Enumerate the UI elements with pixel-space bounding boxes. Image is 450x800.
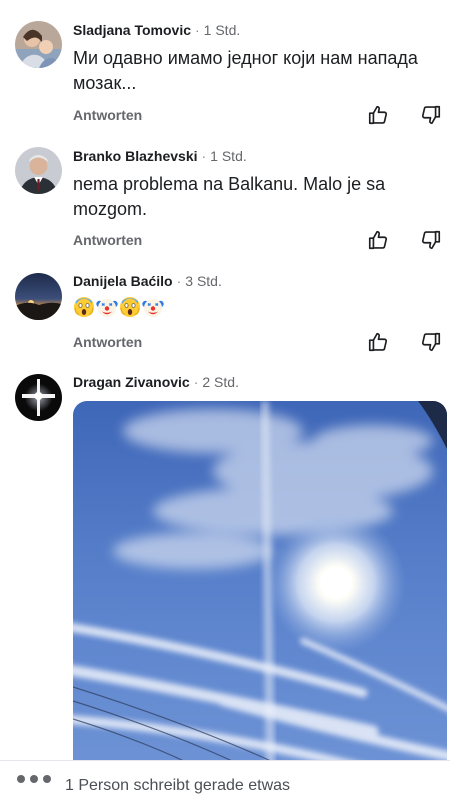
- comment-photo[interactable]: [73, 401, 447, 781]
- comment-header: Danijela Baćilo · 3 Std.: [73, 273, 222, 290]
- thumbs-up-icon[interactable]: [367, 229, 389, 251]
- face-screaming-emoji: [73, 296, 95, 318]
- face-screaming-emoji: [119, 296, 141, 318]
- comment-header: Sladjana Tomovic · 1 Std.: [73, 22, 240, 39]
- author-name[interactable]: Sladjana Tomovic: [73, 22, 191, 38]
- reply-button[interactable]: Antworten: [73, 334, 142, 350]
- typing-indicator: 1 Person schreibt gerade etwas: [0, 760, 450, 800]
- comment-text: nema problema na Balkanu. Malo je sa moz…: [73, 174, 386, 219]
- author-name[interactable]: Dragan Zivanovic: [73, 374, 190, 390]
- comment-text: Ми одавно имамо једног који нам напада м…: [73, 48, 418, 93]
- thumbs-down-icon[interactable]: [420, 104, 442, 126]
- typing-dots-icon: [17, 775, 53, 785]
- comment-emojis: [73, 296, 164, 320]
- timestamp[interactable]: 1 Std.: [210, 148, 247, 164]
- clown-face-emoji: [96, 296, 118, 318]
- timestamp[interactable]: 3 Std.: [185, 273, 222, 289]
- thumbs-up-icon[interactable]: [367, 104, 389, 126]
- comment-header: Branko Blazhevski · 1 Std.: [73, 148, 247, 165]
- avatar[interactable]: [15, 374, 62, 421]
- timestamp[interactable]: 2 Std.: [202, 374, 239, 390]
- typing-indicator-text: 1 Person schreibt gerade etwas: [65, 777, 291, 794]
- author-name[interactable]: Branko Blazhevski: [73, 148, 198, 164]
- reply-button[interactable]: Antworten: [73, 107, 142, 123]
- thumbs-up-icon[interactable]: [367, 331, 389, 353]
- timestamp[interactable]: 1 Std.: [204, 22, 241, 38]
- reply-button[interactable]: Antworten: [73, 232, 142, 248]
- separator-dot: ·: [193, 374, 199, 390]
- thumbs-down-icon[interactable]: [420, 331, 442, 353]
- comment-header: Dragan Zivanovic · 2 Std.: [73, 374, 239, 391]
- avatar[interactable]: [15, 21, 62, 68]
- author-name[interactable]: Danijela Baćilo: [73, 273, 173, 289]
- avatar[interactable]: [15, 273, 62, 320]
- avatar[interactable]: [15, 147, 62, 194]
- separator-dot: ·: [176, 273, 182, 289]
- separator-dot: ·: [201, 148, 207, 164]
- comment-item: Sladjana Tomovic · 1 Std. Ми одавно имамо …: [0, 0, 450, 140]
- separator-dot: ·: [195, 22, 200, 38]
- thumbs-down-icon[interactable]: [420, 229, 442, 251]
- clown-face-emoji: [142, 296, 164, 318]
